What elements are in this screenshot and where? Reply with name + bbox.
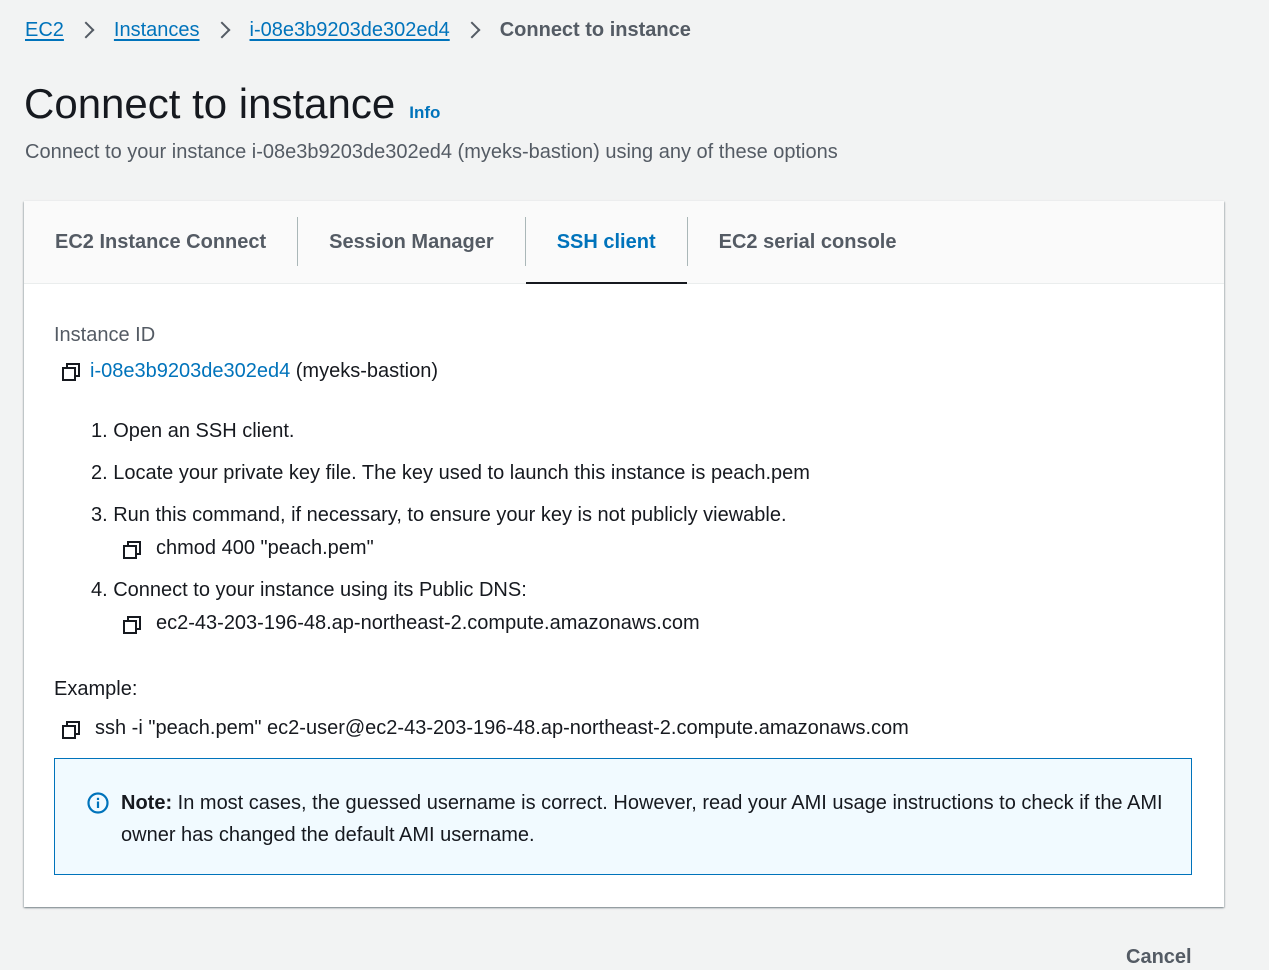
page-title: Connect to instance	[24, 80, 396, 127]
step-4: 4. Connect to your instance using its Pu…	[91, 579, 527, 601]
info-circle-icon	[87, 792, 109, 814]
chevron-right-icon	[77, 21, 95, 39]
copy-icon[interactable]	[61, 362, 81, 382]
connect-panel: EC2 Instance Connect Session Manager SSH…	[24, 201, 1224, 907]
breadcrumb-ec2-link[interactable]: EC2	[25, 19, 64, 42]
copy-icon[interactable]	[122, 615, 142, 635]
cancel-button[interactable]: Cancel	[1126, 946, 1192, 969]
instance-id-row: i-08e3b9203de302ed4 (myeks-bastion)	[90, 360, 438, 383]
note-label: Note:	[121, 792, 173, 814]
page-subtitle: Connect to your instance i-08e3b9203de30…	[25, 141, 838, 163]
note-alert: Note: In most cases, the guessed usernam…	[54, 758, 1192, 875]
tab-ec2-serial-console[interactable]: EC2 serial console	[688, 201, 928, 283]
chevron-right-icon	[463, 21, 481, 39]
page-header: Connect to instance Info	[24, 80, 440, 128]
note-text: Note: In most cases, the guessed usernam…	[121, 787, 1171, 851]
tab-ec2-instance-connect[interactable]: EC2 Instance Connect	[24, 201, 297, 283]
tab-session-manager[interactable]: Session Manager	[298, 201, 525, 283]
breadcrumb-current: Connect to instance	[499, 18, 691, 41]
copy-icon[interactable]	[61, 720, 81, 740]
step-3: 3. Run this command, if necessary, to en…	[91, 504, 787, 526]
tab-list: EC2 Instance Connect Session Manager SSH…	[24, 201, 1224, 284]
info-link[interactable]: Info	[409, 103, 440, 123]
instance-id-label: Instance ID	[54, 324, 156, 346]
chevron-right-icon	[213, 21, 231, 39]
step-2: 2. Locate your private key file. The key…	[91, 462, 810, 484]
example-command: ssh -i "peach.pem" ec2-user@ec2-43-203-1…	[95, 717, 909, 739]
step-1: 1. Open an SSH client.	[91, 420, 295, 442]
breadcrumb-instance-id-link[interactable]: i-08e3b9203de302ed4	[250, 19, 450, 42]
copy-icon[interactable]	[122, 540, 142, 560]
public-dns: ec2-43-203-196-48.ap-northeast-2.compute…	[156, 612, 700, 634]
chmod-command: chmod 400 "peach.pem"	[156, 537, 374, 559]
tab-ssh-client[interactable]: SSH client	[525, 201, 687, 284]
instance-id-link[interactable]: i-08e3b9203de302ed4	[90, 360, 290, 382]
example-label: Example:	[54, 678, 138, 700]
instance-name: (myeks-bastion)	[295, 360, 439, 382]
breadcrumb: EC2 Instances i-08e3b9203de302ed4 Connec…	[25, 16, 691, 44]
breadcrumb-instances-link[interactable]: Instances	[114, 19, 200, 42]
note-body: In most cases, the guessed username is c…	[121, 792, 1163, 846]
